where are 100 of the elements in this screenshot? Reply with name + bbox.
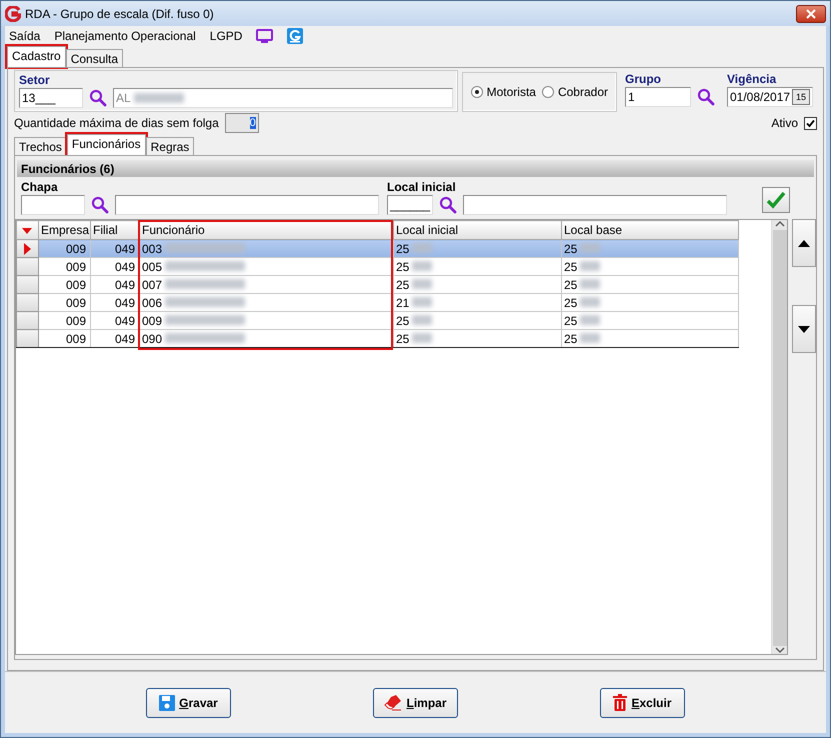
down-triangle-icon: [798, 326, 810, 332]
table-cell: 049: [114, 332, 135, 346]
radio-label: Cobrador: [558, 85, 608, 99]
radio-circle[interactable]: [542, 86, 554, 98]
table-cell: 049: [114, 242, 135, 256]
confirm-button[interactable]: [762, 187, 790, 213]
move-up-button[interactable]: [792, 219, 816, 267]
radio-circle[interactable]: [470, 86, 483, 98]
redaction-blur: [580, 296, 600, 306]
redaction-blur: [580, 260, 600, 270]
redaction-blur: [412, 314, 432, 324]
search-icon[interactable]: [91, 196, 109, 214]
field-label: Chapa: [21, 180, 59, 195]
table-cell: 25: [564, 278, 578, 292]
search-icon[interactable]: [439, 196, 457, 214]
redaction-blur: [412, 332, 432, 342]
monitor-icon[interactable]: [256, 28, 274, 44]
checkbox[interactable]: [804, 116, 817, 130]
column-header[interactable]: Filial: [90, 220, 140, 240]
table-cell: 049: [114, 296, 135, 310]
table-cell: 25: [396, 260, 410, 274]
section-header: Funcionários (6): [17, 160, 814, 177]
table-cell: 009: [66, 242, 86, 256]
table-cell: 25: [564, 260, 578, 274]
clear-button[interactable]: Limpar: [373, 688, 458, 718]
radio-label: Motorista: [486, 85, 536, 99]
table-cell: 049: [114, 278, 135, 292]
field-label: Quantidade máxima de dias sem folga: [14, 116, 219, 130]
menu-item[interactable]: Saída: [9, 29, 40, 43]
floppy-icon: [159, 694, 176, 710]
redaction-blur: [412, 278, 432, 288]
table-cell: 009: [66, 296, 86, 310]
check-icon: [766, 191, 786, 209]
tab[interactable]: Trechos: [14, 137, 67, 155]
row-selector[interactable]: [16, 330, 38, 348]
redaction-blur: [580, 314, 600, 324]
current-row-icon: [24, 242, 31, 254]
table-cell: 003: [142, 242, 162, 256]
field-label: Grupo: [625, 72, 662, 87]
table-cell: 25: [396, 314, 410, 328]
table-cell: 049: [114, 314, 135, 328]
app-logo-icon: [5, 6, 21, 22]
input-field[interactable]: [115, 195, 379, 215]
tab[interactable]: Funcionários: [66, 134, 146, 155]
field-label: Setor: [19, 73, 51, 88]
sort-indicator-icon[interactable]: [22, 228, 32, 234]
redaction-blur: [580, 278, 600, 288]
radio-button[interactable]: Motorista: [470, 85, 536, 99]
input-field[interactable]: [463, 195, 727, 215]
table-cell: 006: [142, 296, 162, 310]
search-icon[interactable]: [697, 88, 715, 106]
table-cell: 049: [114, 260, 135, 274]
tab[interactable]: Regras: [146, 137, 194, 155]
table-cell: 21: [396, 296, 410, 310]
table-cell: 009: [66, 332, 86, 346]
table-cell: 007: [142, 278, 162, 292]
scrollbar[interactable]: [771, 220, 787, 654]
table-cell: 25: [564, 296, 578, 310]
search-icon[interactable]: [89, 89, 107, 107]
radio-button[interactable]: Cobrador: [542, 85, 608, 99]
redaction-blur: [412, 296, 432, 306]
redaction-blur: [580, 242, 600, 252]
close-button[interactable]: [796, 4, 826, 22]
redaction-blur: [134, 93, 184, 103]
table-cell: 25: [564, 242, 578, 256]
menu-item[interactable]: LGPD: [210, 29, 242, 43]
table-cell: 25: [396, 242, 410, 256]
table-cell: 090: [142, 332, 162, 346]
trash-icon: [613, 694, 628, 711]
table-cell: 25: [396, 278, 410, 292]
redaction-blur: [412, 242, 432, 252]
input-field[interactable]: ______: [387, 195, 433, 215]
field-label: Vigência: [727, 72, 778, 87]
field-label: Local inicial: [387, 180, 457, 195]
input-field[interactable]: 0: [224, 113, 259, 133]
eraser-icon: [384, 694, 402, 710]
window-title: RDA - Grupo de escala (Dif. fuso 0): [25, 6, 215, 20]
tab[interactable]: Cadastro: [7, 46, 66, 67]
app-logo-icon[interactable]: [287, 28, 304, 44]
scroll-down-icon[interactable]: [774, 646, 784, 654]
column-header[interactable]: Local base: [562, 220, 738, 240]
column-header[interactable]: Empresa: [38, 220, 90, 240]
input-field[interactable]: 1: [625, 87, 691, 107]
delete-button[interactable]: Excluir: [600, 688, 685, 718]
table-cell: 25: [564, 332, 578, 346]
scroll-up-icon[interactable]: [774, 220, 784, 228]
save-button[interactable]: Gravar: [146, 688, 231, 718]
calendar-button[interactable]: 15: [792, 89, 810, 105]
input-field[interactable]: AL: [113, 88, 453, 108]
input-field[interactable]: 13___: [19, 88, 83, 108]
tab[interactable]: Consulta: [66, 49, 124, 67]
column-header[interactable]: Local inicial: [394, 220, 562, 240]
table-cell: 009: [66, 314, 86, 328]
date-field[interactable]: 01/08/2017 15: [727, 87, 813, 107]
move-down-button[interactable]: [792, 305, 816, 353]
table-cell: 005: [142, 260, 162, 274]
table-cell: 009: [66, 278, 86, 292]
input-field[interactable]: [21, 195, 85, 215]
menu-item[interactable]: Planejamento Operacional: [54, 29, 196, 43]
table-cell: 009: [142, 314, 162, 328]
